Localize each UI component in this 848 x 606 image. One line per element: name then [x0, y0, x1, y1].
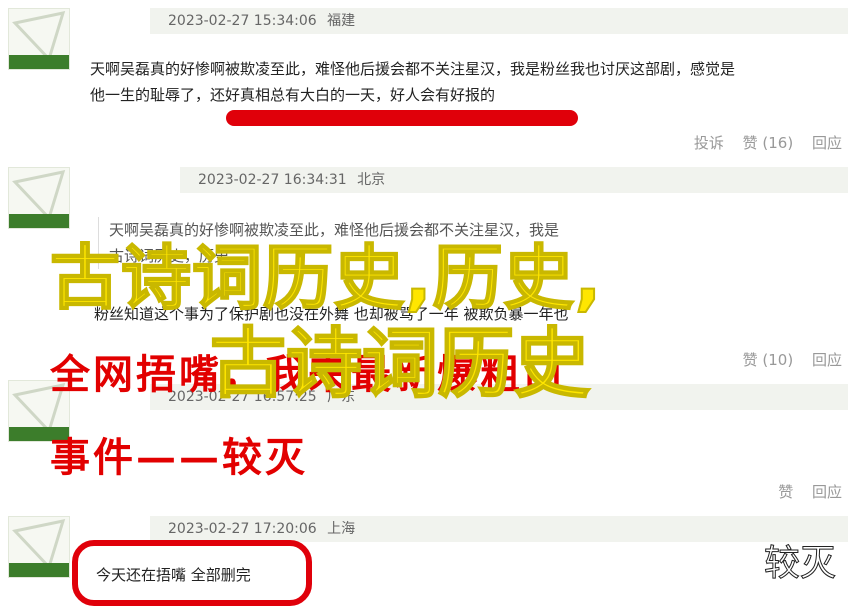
comment-meta: 2023-02-27 16:34:31 北京: [180, 167, 848, 193]
avatar-image: [9, 517, 69, 577]
comment-date: 2023-02-27 17:20:06: [168, 521, 317, 537]
avatar[interactable]: [8, 8, 70, 70]
overlay-title-line-2: 古诗词历史: [209, 318, 591, 409]
comment-meta: 2023-02-27 17:20:06 上海: [150, 516, 848, 542]
comment-text-line: 天啊吴磊真的好惨啊被欺凌至此，难怪他后援会都不关注星汉，我是粉丝我也讨厌这部剧，…: [90, 60, 736, 78]
comment-text: 天啊吴磊真的好惨啊被欺凌至此，难怪他后援会都不关注星汉，我是粉丝我也讨厌这部剧，…: [90, 56, 840, 108]
highlight-box: [72, 540, 312, 606]
comment-meta: 2023-02-27 15:34:06 福建: [150, 8, 848, 34]
highlight-underline: [226, 110, 578, 126]
comment-actions: 赞 (10) 回应: [729, 349, 842, 370]
like-button[interactable]: 赞: [778, 483, 793, 501]
comment-text-line: 他一生的耻辱了，还好真相总有大白的一天，好人会有好报的: [90, 86, 496, 104]
comment-date: 2023-02-27 16:34:31: [198, 172, 347, 188]
report-button[interactable]: 投诉: [694, 134, 724, 152]
reply-button[interactable]: 回应: [812, 134, 842, 152]
avatar[interactable]: [8, 516, 70, 578]
like-button[interactable]: 赞 (16): [743, 134, 794, 152]
comment-location: 福建: [327, 13, 356, 29]
comment-actions: 赞 回应: [764, 481, 842, 502]
comment-location: 北京: [357, 172, 386, 188]
comment-date: 2023-02-27 15:34:06: [168, 13, 317, 29]
overlay-red-caption-2: 事件——较灭: [50, 434, 308, 481]
like-button[interactable]: 赞 (10): [743, 351, 794, 369]
reply-button[interactable]: 回应: [812, 351, 842, 369]
watermark: 较灭: [763, 543, 836, 585]
avatar-image: [9, 9, 69, 69]
comment-1: 2023-02-27 15:34:06 福建 天啊吴磊真的好惨啊被欺凌至此，难怪…: [0, 0, 848, 160]
avatar[interactable]: [8, 167, 70, 229]
reply-button[interactable]: 回应: [812, 483, 842, 501]
comment-actions: 投诉 赞 (16) 回应: [680, 132, 842, 153]
comment-location: 上海: [327, 521, 356, 537]
avatar-image: [9, 168, 69, 228]
